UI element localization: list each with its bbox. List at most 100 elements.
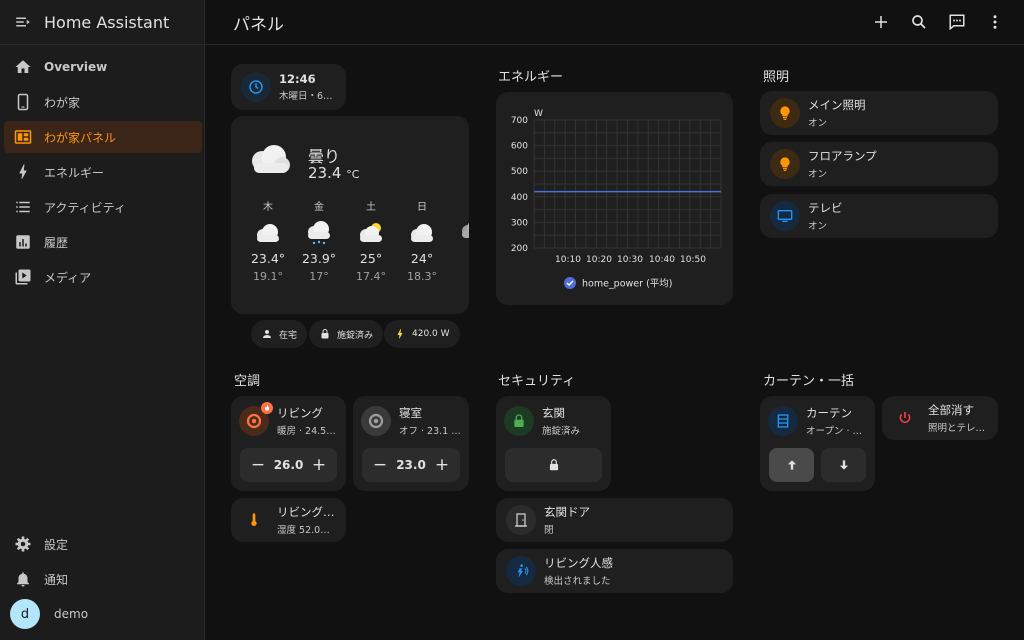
y-tick-label: 400 (511, 193, 528, 203)
sidebar-item-label: 通知 (44, 572, 69, 587)
chat-icon (949, 14, 965, 31)
sidebar-user[interactable]: d demo (4, 598, 202, 630)
all-off-tile[interactable]: 全部消す 照明とテレ… (882, 396, 998, 440)
forecast-high: 23.9° (301, 251, 337, 266)
y-tick-label: 700 (511, 116, 528, 126)
app-title: Home Assistant (44, 12, 170, 32)
weather-card[interactable]: 曇り 23.4 °C 木 23.4° 19.1° 金 23.9° 17° 土 2… (231, 116, 469, 314)
sidebar-item-overview[interactable]: Overview (4, 51, 202, 83)
sidebar-item-label: エネルギー (44, 165, 105, 180)
x-tick-label: 10:40 (649, 255, 675, 265)
thermometer-icon (239, 505, 269, 535)
forecast-high: 24° (410, 251, 434, 266)
clock-card[interactable]: 12:46 木曜日・6月… (231, 64, 346, 110)
clock-icon (241, 72, 271, 102)
decrease-button[interactable]: − (250, 455, 266, 475)
open-curtain-button[interactable] (769, 448, 814, 482)
overflow-menu-button[interactable] (976, 3, 1014, 41)
x-tick-label: 10:30 (617, 255, 643, 265)
increase-button[interactable]: + (434, 455, 450, 475)
rainy-icon (308, 221, 330, 245)
clock-time: 12:46 (279, 72, 316, 86)
tile-name: 全部消す (928, 403, 974, 417)
chip-power[interactable]: 420.0 W (384, 320, 460, 348)
clock-date: 木曜日・6月… (279, 91, 336, 102)
tile-state: 暖房 · 24.5 °C (277, 426, 338, 437)
weather-temperature: 23.4 °C (308, 164, 359, 182)
light-tile-tv[interactable]: テレビ オン (760, 194, 998, 238)
light-tile-main[interactable]: メイン照明 オン (760, 91, 998, 135)
sidebar-item-history[interactable]: 履歴 (4, 226, 202, 258)
tile-state: オン (808, 221, 828, 232)
setpoint-value: 26.0 (273, 458, 304, 472)
door-tile[interactable]: 玄関ドア閉 (496, 498, 733, 542)
forecast-day: 木 23.4° 19.1° (245, 198, 291, 283)
chip-lock[interactable]: 施錠済み (309, 320, 384, 348)
section-title-lighting: 照明 (763, 70, 790, 85)
motion-tile[interactable]: リビング人感 検出されました (496, 549, 733, 593)
sidebar-item-activity[interactable]: アクティビティ (4, 191, 202, 223)
light-tile-floor[interactable]: フロアランプ オン (760, 142, 998, 186)
tv-icon (770, 201, 800, 231)
setpoint-stepper[interactable]: − 23.0 + (362, 448, 460, 482)
sidebar-item-notifications[interactable]: 通知 (4, 563, 202, 595)
climate-card-bedroom[interactable]: 寝室オフ · 23.1 °C − 23.0 + (353, 396, 469, 491)
thermostat-off-icon (361, 406, 391, 436)
sidebar-item-wagaya[interactable]: わが家 (4, 86, 202, 118)
y-axis-unit: W (534, 109, 543, 119)
forecast-day-label: 日 (417, 202, 427, 213)
assist-button[interactable] (938, 3, 976, 41)
tile-name: 寝室 (399, 406, 422, 420)
unlock-button[interactable] (505, 448, 602, 482)
add-button[interactable] (862, 3, 900, 41)
thermostat-heat-icon (239, 402, 273, 436)
decrease-button[interactable]: − (372, 455, 388, 475)
forecast-high: 2 (450, 247, 469, 262)
lock-icon (504, 406, 534, 436)
sidebar-item-settings[interactable]: 設定 (4, 528, 202, 560)
sidebar-item-wagaya-panel[interactable]: わが家パネル (4, 121, 202, 153)
forecast-day-partial: 2 1 (450, 198, 469, 279)
arrow-down-icon (839, 460, 848, 470)
y-tick-label: 600 (511, 142, 528, 152)
y-tick-label: 300 (511, 218, 528, 228)
curtain-card[interactable]: カーテン オープン · 1… (760, 396, 875, 491)
increase-button[interactable]: + (311, 455, 327, 475)
forecast-low: 17° (309, 270, 329, 283)
setpoint-stepper[interactable]: − 26.0 + (240, 448, 337, 482)
tile-name: リビング人感 (544, 556, 613, 570)
forecast-day: 日 24° 18.3° (399, 198, 445, 283)
user-name: demo (54, 607, 89, 621)
x-tick-label: 10:20 (586, 255, 612, 265)
x-tick-label: 10:10 (555, 255, 581, 265)
tile-state: オン (808, 118, 828, 129)
tile-name: リビング (277, 406, 323, 420)
tile-name: 玄関ドア (544, 505, 590, 519)
search-button[interactable] (900, 3, 938, 41)
bolt-icon (397, 329, 403, 339)
more-vertical-icon (993, 15, 997, 29)
menu-collapse-icon[interactable] (14, 13, 32, 31)
lock-card[interactable]: 玄関 施錠済み (496, 396, 611, 491)
sidebar-item-energy[interactable]: エネルギー (4, 156, 202, 188)
tile-state: オン (808, 169, 828, 180)
list-icon (14, 198, 32, 216)
tile-name: リビング 2… (277, 505, 338, 519)
sidebar-item-label: 履歴 (44, 235, 69, 250)
tile-name: 玄関 (542, 406, 565, 420)
partly-cloudy-icon (360, 223, 382, 242)
avatar: d (10, 599, 40, 629)
energy-line-chart: W 700 600 500 400 300 200 10:10 10:20 10:30 10:40 1… (511, 109, 722, 290)
cloudy-icon (252, 145, 290, 173)
energy-chart-card[interactable]: W 700 600 500 400 300 200 10:10 10:20 10:30 10:40 1… (496, 92, 733, 305)
curtain-icon (768, 406, 798, 436)
bell-icon (14, 570, 32, 588)
tile-state: オープン · 1… (806, 426, 867, 437)
chip-presence[interactable]: 在宅 (251, 320, 308, 348)
close-curtain-button[interactable] (821, 448, 866, 482)
climate-card-living[interactable]: リビング暖房 · 24.5 °C − 26.0 + (231, 396, 346, 491)
tile-state: オフ · 23.1 °C (399, 426, 461, 437)
x-tick-label: 10:50 (680, 255, 706, 265)
humidity-tile[interactable]: リビング 2… 湿度 52.0% … (231, 498, 346, 542)
sidebar-item-media[interactable]: メディア (4, 261, 202, 293)
